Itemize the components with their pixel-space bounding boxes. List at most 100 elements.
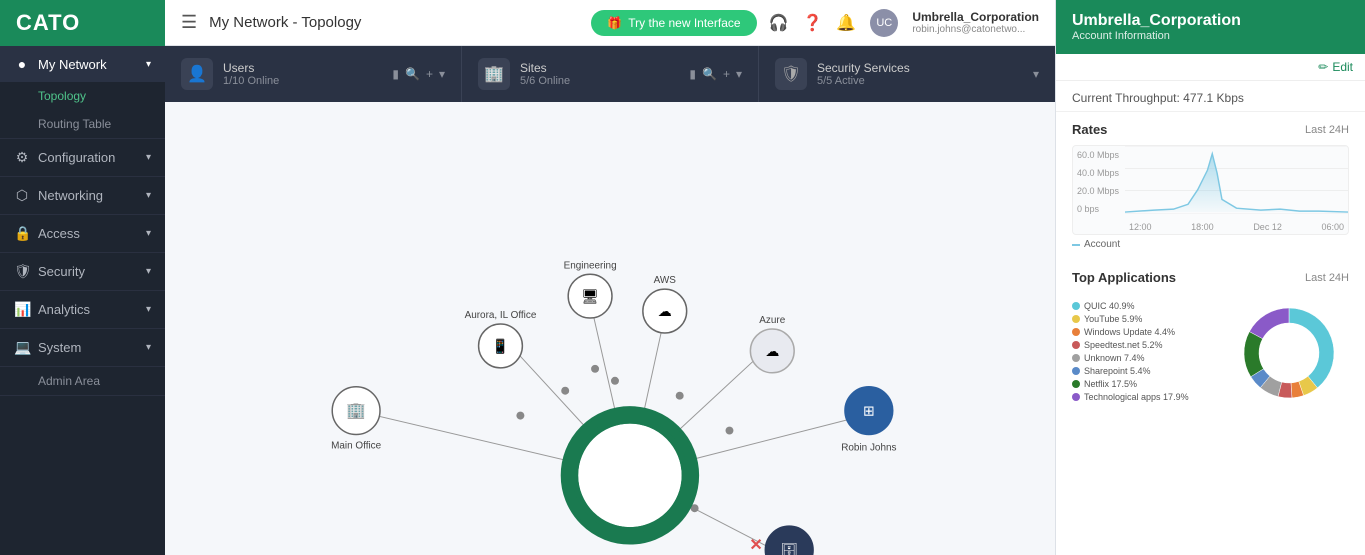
avatar[interactable]: UC: [870, 9, 898, 37]
app-label-row: Sharepoint 5.4%: [1072, 366, 1219, 376]
stat-users[interactable]: 👤 Users 1/10 Online ▮ 🔍 + ▾: [165, 46, 462, 102]
help-icon[interactable]: ❓: [802, 13, 822, 33]
node-engineering[interactable]: 🖥 Engineering: [564, 260, 617, 318]
pencil-icon: ✏: [1318, 60, 1328, 74]
networking-icon: ⬡: [14, 187, 30, 204]
sidebar-item-topology[interactable]: Topology: [0, 82, 165, 110]
sidebar-section-admin: Admin Area: [0, 367, 165, 396]
security-actions: ▾: [1033, 67, 1039, 81]
app-color-dot: [1072, 328, 1080, 336]
topbar: ☰ My Network - Topology 🎁 Try the new In…: [165, 0, 1055, 46]
corp-name: Umbrella_Corporation: [1072, 12, 1349, 30]
node-azure[interactable]: ☁ Azure: [750, 315, 794, 373]
app-color-dot: [1072, 315, 1080, 323]
add-icon[interactable]: +: [426, 67, 433, 81]
sidebar-item-networking[interactable]: ⬡ Networking ▾: [0, 177, 165, 214]
rates-section: Rates Last 24H 60.0 Mbps 40.0 Mbps 20.0 …: [1056, 112, 1365, 260]
app-label: YouTube 5.9%: [1084, 314, 1142, 324]
app-label-row: Netflix 17.5%: [1072, 379, 1219, 389]
sidebar-item-my-network[interactable]: ● My Network ▾: [0, 46, 165, 82]
topology-area[interactable]: ✕ 🏢 Main Office 📱 Aurora, IL Office: [165, 102, 1055, 555]
svg-text:Azure: Azure: [759, 315, 785, 326]
app-label: QUIC 40.9%: [1084, 301, 1135, 311]
corp-sub: Account Information: [1072, 30, 1349, 42]
sidebar-item-access[interactable]: 🔒 Access ▾: [0, 215, 165, 252]
bell-icon[interactable]: 🔔: [836, 13, 856, 33]
sidebar-item-analytics[interactable]: 📊 Analytics ▾: [0, 291, 165, 328]
chevron-down-icon[interactable]: ▾: [736, 67, 742, 81]
chevron-system: ▾: [146, 342, 151, 353]
throughput: Current Throughput: 477.1 Kbps: [1056, 81, 1365, 112]
apps-period: Last 24H: [1305, 272, 1349, 284]
chevron-down-icon[interactable]: ▾: [1033, 67, 1039, 81]
hub-node[interactable]: [562, 408, 697, 543]
node-dallas[interactable]: 🗄 Dallas, TX Datacenter: [765, 526, 814, 555]
network-icon: ●: [14, 56, 30, 72]
sidebar-section-config: ⚙ Configuration ▾: [0, 139, 165, 177]
sidebar: CATO ● My Network ▾ Topology Routing Tab…: [0, 0, 165, 555]
topology-label: Topology: [38, 89, 86, 103]
system-label: System: [38, 340, 81, 355]
node-aws[interactable]: ☁ AWS: [643, 275, 687, 333]
security-stat-icon: 🛡: [775, 58, 807, 90]
users-value: 1/10 Online: [223, 75, 382, 87]
chevron-access: ▾: [146, 228, 151, 239]
security-icon: 🛡: [14, 263, 30, 280]
sidebar-item-admin[interactable]: Admin Area: [0, 367, 165, 395]
sidebar-item-label: My Network: [38, 57, 107, 72]
sites-value: 5/6 Online: [520, 75, 679, 87]
donut-labels: QUIC 40.9%YouTube 5.9%Windows Update 4.4…: [1072, 301, 1219, 405]
sites-icon: 🏢: [478, 58, 510, 90]
node-robin-johns[interactable]: ⊞ Robin Johns: [841, 387, 896, 454]
panel-edit-row: ✏ Edit: [1056, 54, 1365, 81]
legend-label: Account: [1084, 239, 1120, 250]
chart-x-labels: 12:00 18:00 Dec 12 06:00: [1125, 222, 1348, 232]
app-color-dot: [1072, 341, 1080, 349]
chevron-sec: ▾: [146, 266, 151, 277]
sidebar-item-configuration[interactable]: ⚙ Configuration ▾: [0, 139, 165, 176]
sites-actions: ▮ 🔍 + ▾: [689, 67, 742, 81]
chevron-down-icon[interactable]: ▾: [439, 67, 445, 81]
access-label: Access: [38, 226, 80, 241]
analytics-label: Analytics: [38, 302, 90, 317]
new-interface-button[interactable]: 🎁 Try the new Interface: [591, 10, 756, 36]
search-icon[interactable]: 🔍: [405, 67, 420, 81]
node-main-office[interactable]: 🏢 Main Office: [331, 387, 382, 452]
stat-sites[interactable]: 🏢 Sites 5/6 Online ▮ 🔍 + ▾: [462, 46, 759, 102]
analytics-icon: 📊: [14, 301, 30, 318]
sidebar-item-security[interactable]: 🛡 Security ▾: [0, 253, 165, 290]
svg-text:AWS: AWS: [654, 275, 677, 286]
add-icon[interactable]: +: [723, 67, 730, 81]
app-color-dot: [1072, 380, 1080, 388]
edit-label: Edit: [1332, 60, 1353, 74]
donut-container: QUIC 40.9%YouTube 5.9%Windows Update 4.4…: [1072, 293, 1349, 413]
error-marker: ✕: [749, 537, 762, 554]
svg-text:🖥: 🖥: [581, 288, 599, 304]
node-aurora[interactable]: 📱 Aurora, IL Office: [465, 310, 537, 368]
rates-header: Rates Last 24H: [1072, 122, 1349, 137]
networking-label: Networking: [38, 188, 103, 203]
chevron-net: ▾: [146, 190, 151, 201]
users-actions: ▮ 🔍 + ▾: [392, 67, 445, 81]
sites-label: Sites: [520, 61, 679, 75]
app-label-row: Technological apps 17.9%: [1072, 392, 1219, 402]
top-apps-section: Top Applications Last 24H QUIC 40.9%YouT…: [1056, 260, 1365, 423]
svg-text:🏢: 🏢: [346, 403, 366, 420]
sidebar-item-routing-table[interactable]: Routing Table: [0, 110, 165, 138]
svg-text:Main Office: Main Office: [331, 440, 382, 451]
chevron-analytics: ▾: [146, 304, 151, 315]
app-label: Speedtest.net 5.2%: [1084, 340, 1163, 350]
chart-y-labels: 60.0 Mbps 40.0 Mbps 20.0 Mbps 0 bps: [1073, 146, 1125, 214]
edit-button[interactable]: ✏ Edit: [1318, 60, 1353, 74]
search-icon[interactable]: 🔍: [702, 67, 717, 81]
app-label: Technological apps 17.9%: [1084, 392, 1189, 402]
x-label-0: 12:00: [1129, 222, 1152, 232]
stat-security[interactable]: 🛡 Security Services 5/5 Active ▾: [759, 46, 1055, 102]
headset-icon[interactable]: 🎧: [769, 13, 789, 33]
sidebar-item-system[interactable]: 💻 System ▾: [0, 329, 165, 366]
app-color-dot: [1072, 302, 1080, 310]
bar-icon: ▮: [689, 67, 696, 81]
main-content: ☰ My Network - Topology 🎁 Try the new In…: [165, 0, 1055, 555]
svg-text:🗄: 🗄: [780, 542, 798, 555]
menu-icon[interactable]: ☰: [181, 12, 197, 33]
